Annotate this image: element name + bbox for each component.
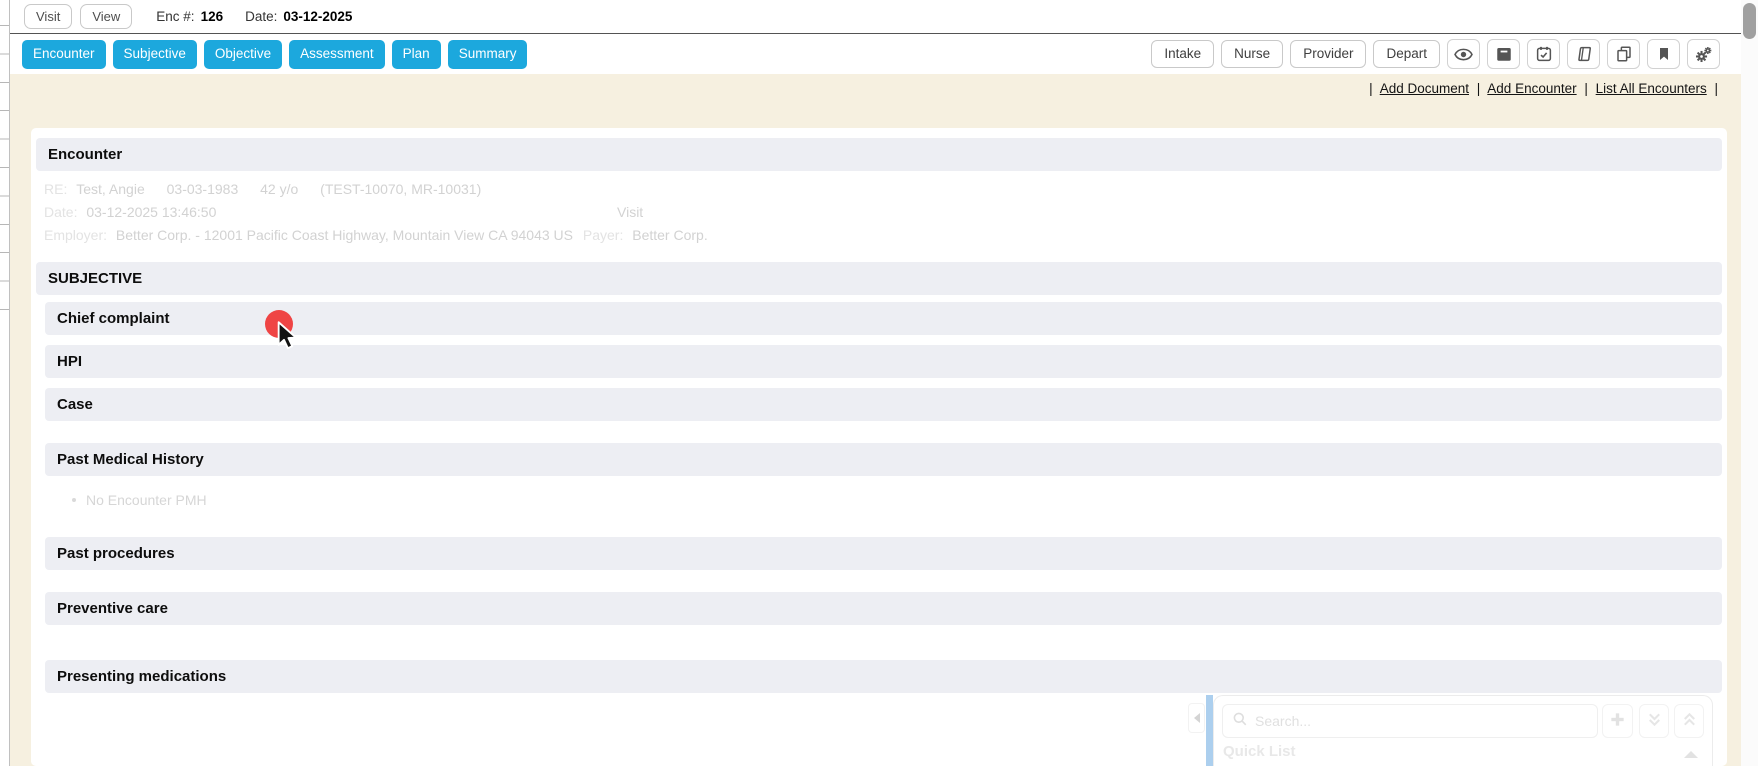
link-separator: | (1369, 81, 1373, 96)
archive-icon (1495, 45, 1513, 63)
encounter-datetime: 03-12-2025 13:46:50 (86, 204, 216, 220)
visit-type-value: Visit (617, 204, 643, 220)
toolbar-right-group: Intake Nurse Provider Depart (1151, 39, 1720, 69)
list-all-encounters-link[interactable]: List All Encounters (1596, 81, 1707, 96)
copy-pages-button[interactable] (1607, 39, 1640, 69)
view-tab-button[interactable]: View (80, 4, 132, 30)
depart-button[interactable]: Depart (1373, 40, 1440, 68)
pmh-empty-note: No Encounter PMH (72, 492, 207, 508)
patient-identifiers: (TEST-10070, MR-10031) (320, 181, 481, 197)
case-bar[interactable]: Case (45, 388, 1722, 421)
copy-pages-icon (1615, 45, 1633, 63)
past-medical-history-bar[interactable]: Past Medical History (45, 443, 1722, 476)
quick-list-expand-all-button[interactable] (1639, 704, 1669, 738)
enc-date-value: 03-12-2025 (283, 9, 352, 24)
quick-list-accent-bar (1206, 695, 1213, 766)
search-icon (1232, 711, 1248, 732)
archive-button[interactable] (1487, 39, 1520, 69)
link-separator: | (1584, 81, 1588, 96)
add-document-link[interactable]: Add Document (1380, 81, 1469, 96)
past-medical-history-label: Past Medical History (57, 451, 204, 468)
settings-button[interactable] (1687, 39, 1720, 69)
left-frame-row-lines (0, 25, 9, 310)
visit-tab-button[interactable]: Visit (24, 4, 72, 30)
enc-date-label: Date: (245, 9, 277, 24)
nav-button-subjective[interactable]: Subjective (113, 40, 197, 68)
employer-label: Employer: (44, 227, 107, 243)
employer-payer-line: Employer: Better Corp. - 12001 Pacific C… (44, 227, 708, 243)
encounter-section-title: Encounter (48, 146, 122, 163)
payer-label: Payer: (583, 227, 623, 243)
case-label: Case (57, 396, 93, 413)
bookmark-icon (1656, 45, 1672, 63)
bookmark-button[interactable] (1647, 39, 1680, 69)
nav-button-encounter[interactable]: Encounter (22, 40, 106, 68)
intake-button[interactable]: Intake (1151, 40, 1214, 68)
encounter-work-area: | Add Document | Add Encounter | List Al… (10, 74, 1741, 766)
encounter-date-line: Date: 03-12-2025 13:46:50 (44, 204, 216, 220)
hpi-label: HPI (57, 353, 82, 370)
chevrons-up-icon (1681, 711, 1698, 731)
quick-list-title: Quick List (1223, 743, 1296, 760)
preventive-care-label: Preventive care (57, 600, 168, 617)
chevron-left-icon (1194, 713, 1200, 723)
provider-button[interactable]: Provider (1290, 40, 1366, 68)
chevrons-down-icon (1646, 711, 1663, 731)
quick-list-add-button[interactable] (1602, 704, 1633, 738)
enc-number-value: 126 (201, 9, 224, 24)
subjective-section-header[interactable]: SUBJECTIVE (36, 262, 1722, 295)
nav-button-plan[interactable]: Plan (392, 40, 441, 68)
nav-button-summary[interactable]: Summary (448, 40, 528, 68)
re-label: RE: (44, 181, 67, 197)
nav-button-objective[interactable]: Objective (204, 40, 282, 68)
encounter-toolbar: Encounter Subjective Objective Assessmen… (10, 35, 1741, 74)
patient-name: Test, Angie (76, 181, 145, 197)
eye-button[interactable] (1447, 39, 1480, 69)
mouse-cursor-icon (277, 321, 299, 356)
encounter-links: | Add Document | Add Encounter | List Al… (1365, 81, 1722, 96)
chief-complaint-label: Chief complaint (57, 310, 170, 327)
settings-gears-icon (1694, 45, 1713, 64)
past-procedures-bar[interactable]: Past procedures (45, 537, 1722, 570)
nurse-button[interactable]: Nurse (1221, 40, 1283, 68)
presenting-medications-bar[interactable]: Presenting medications (45, 660, 1722, 693)
calendar-check-button[interactable] (1527, 39, 1560, 69)
scrollbar-thumb[interactable] (1743, 3, 1756, 39)
enc-number-label: Enc #: (156, 9, 194, 24)
employer-value: Better Corp. - 12001 Pacific Coast Highw… (116, 227, 573, 243)
patient-summary-line: RE: Test, Angie 03-03-1983 42 y/o (TEST-… (44, 181, 481, 197)
page-scrollbar[interactable] (1741, 0, 1758, 766)
link-separator: | (1477, 81, 1481, 96)
left-frame-strip (0, 0, 9, 766)
encounter-note-card: Encounter RE: Test, Angie 03-03-1983 42 … (31, 128, 1727, 766)
encounter-section-header[interactable]: Encounter (36, 138, 1722, 171)
book-button[interactable] (1567, 39, 1600, 69)
patient-age: 42 y/o (260, 181, 298, 197)
eye-icon (1454, 45, 1473, 64)
past-procedures-label: Past procedures (57, 545, 175, 562)
encounter-page: Visit View Enc #: 126 Date: 03-12-2025 E… (0, 0, 1758, 766)
plus-icon (1609, 711, 1626, 731)
patient-dob: 03-03-1983 (167, 181, 239, 197)
quick-list-search[interactable] (1222, 704, 1598, 738)
soap-nav-group: Encounter Subjective Objective Assessmen… (22, 40, 527, 68)
quick-list-collapse-all-button[interactable] (1674, 704, 1704, 738)
link-separator: | (1714, 81, 1718, 96)
book-icon (1575, 45, 1593, 63)
search-input[interactable] (1255, 713, 1585, 729)
payer-value: Better Corp. (632, 227, 707, 243)
preventive-care-bar[interactable]: Preventive care (45, 592, 1722, 625)
encounter-header-bar: Visit View Enc #: 126 Date: 03-12-2025 (10, 0, 1741, 34)
date-label: Date: (44, 204, 77, 220)
add-encounter-link[interactable]: Add Encounter (1487, 81, 1576, 96)
caret-up-icon[interactable] (1684, 751, 1698, 758)
subjective-section-title: SUBJECTIVE (48, 270, 142, 287)
quick-list-panel: Quick List (1213, 695, 1713, 766)
presenting-medications-label: Presenting medications (57, 668, 226, 685)
nav-button-assessment[interactable]: Assessment (289, 40, 385, 68)
quick-list-collapse-button[interactable] (1188, 703, 1205, 733)
bullet-icon (72, 498, 76, 502)
calendar-check-icon (1535, 45, 1553, 63)
